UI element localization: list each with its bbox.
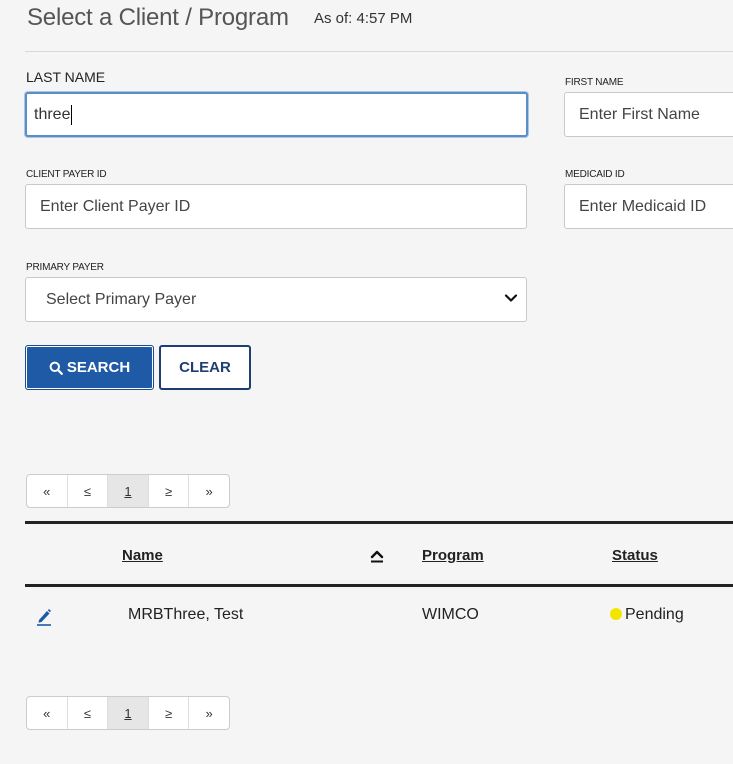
- clear-button[interactable]: CLEAR: [159, 345, 251, 390]
- pager-prev-button[interactable]: ≤: [68, 475, 109, 507]
- medicaid-id-placeholder: Enter Medicaid ID: [579, 197, 707, 215]
- pager-first-button[interactable]: «: [27, 475, 68, 507]
- sort-ascending-icon[interactable]: [370, 549, 384, 563]
- last-name-input[interactable]: three: [25, 92, 528, 137]
- row-name-cell: MRBThree, Test: [128, 606, 244, 623]
- clear-button-label: CLEAR: [179, 359, 231, 376]
- client-payer-id-placeholder: Enter Client Payer ID: [40, 197, 191, 215]
- page-header: Select a Client / Program As of: 4:57 PM: [25, 0, 733, 52]
- text-caret: [71, 104, 73, 125]
- column-header-status[interactable]: Status: [612, 547, 658, 564]
- last-name-label: LAST NAME: [26, 69, 106, 85]
- pending-status-dot: [610, 608, 622, 620]
- last-name-value: three: [34, 105, 71, 123]
- primary-payer-selected: Select Primary Payer: [46, 290, 197, 308]
- column-header-name[interactable]: Name: [122, 547, 163, 564]
- primary-payer-select[interactable]: Select Primary Payer: [25, 277, 527, 322]
- first-name-label: FIRST NAME: [565, 77, 624, 88]
- search-icon: [49, 361, 63, 375]
- pager-next-button[interactable]: ≥: [149, 697, 190, 729]
- pager-page-1[interactable]: 1: [108, 475, 149, 507]
- primary-payer-label: PRIMARY PAYER: [26, 262, 104, 273]
- pager-bottom: « ≤ 1 ≥ »: [26, 696, 230, 730]
- column-header-program[interactable]: Program: [422, 547, 484, 564]
- pager-page-1[interactable]: 1: [108, 697, 149, 729]
- search-button-label: SEARCH: [66, 359, 131, 376]
- as-of-timestamp: As of: 4:57 PM: [314, 10, 413, 27]
- edit-pencil-icon[interactable]: [36, 606, 52, 626]
- pager-first-button[interactable]: «: [27, 697, 68, 729]
- row-status-cell: Pending: [610, 606, 684, 624]
- grid-header-border: [25, 584, 733, 587]
- client-payer-id-label: CLIENT PAYER ID: [26, 169, 107, 180]
- chevron-down-icon: [504, 294, 518, 302]
- client-payer-id-input[interactable]: Enter Client Payer ID: [25, 184, 527, 229]
- pager-top: « ≤ 1 ≥ »: [26, 474, 230, 508]
- grid-top-border: [25, 521, 733, 524]
- first-name-placeholder: Enter First Name: [579, 105, 700, 123]
- search-button[interactable]: SEARCH: [25, 345, 154, 390]
- medicaid-id-label: MEDICAID ID: [565, 169, 625, 180]
- first-name-input[interactable]: Enter First Name: [564, 92, 733, 137]
- page-title: Select a Client / Program: [27, 4, 289, 31]
- row-program-cell: WIMCO: [422, 606, 479, 623]
- pager-prev-button[interactable]: ≤: [68, 697, 109, 729]
- row-status-label: Pending: [625, 606, 684, 623]
- medicaid-id-input[interactable]: Enter Medicaid ID: [564, 184, 733, 229]
- pager-last-button[interactable]: »: [189, 697, 229, 729]
- pager-last-button[interactable]: »: [189, 475, 229, 507]
- pager-next-button[interactable]: ≥: [149, 475, 190, 507]
